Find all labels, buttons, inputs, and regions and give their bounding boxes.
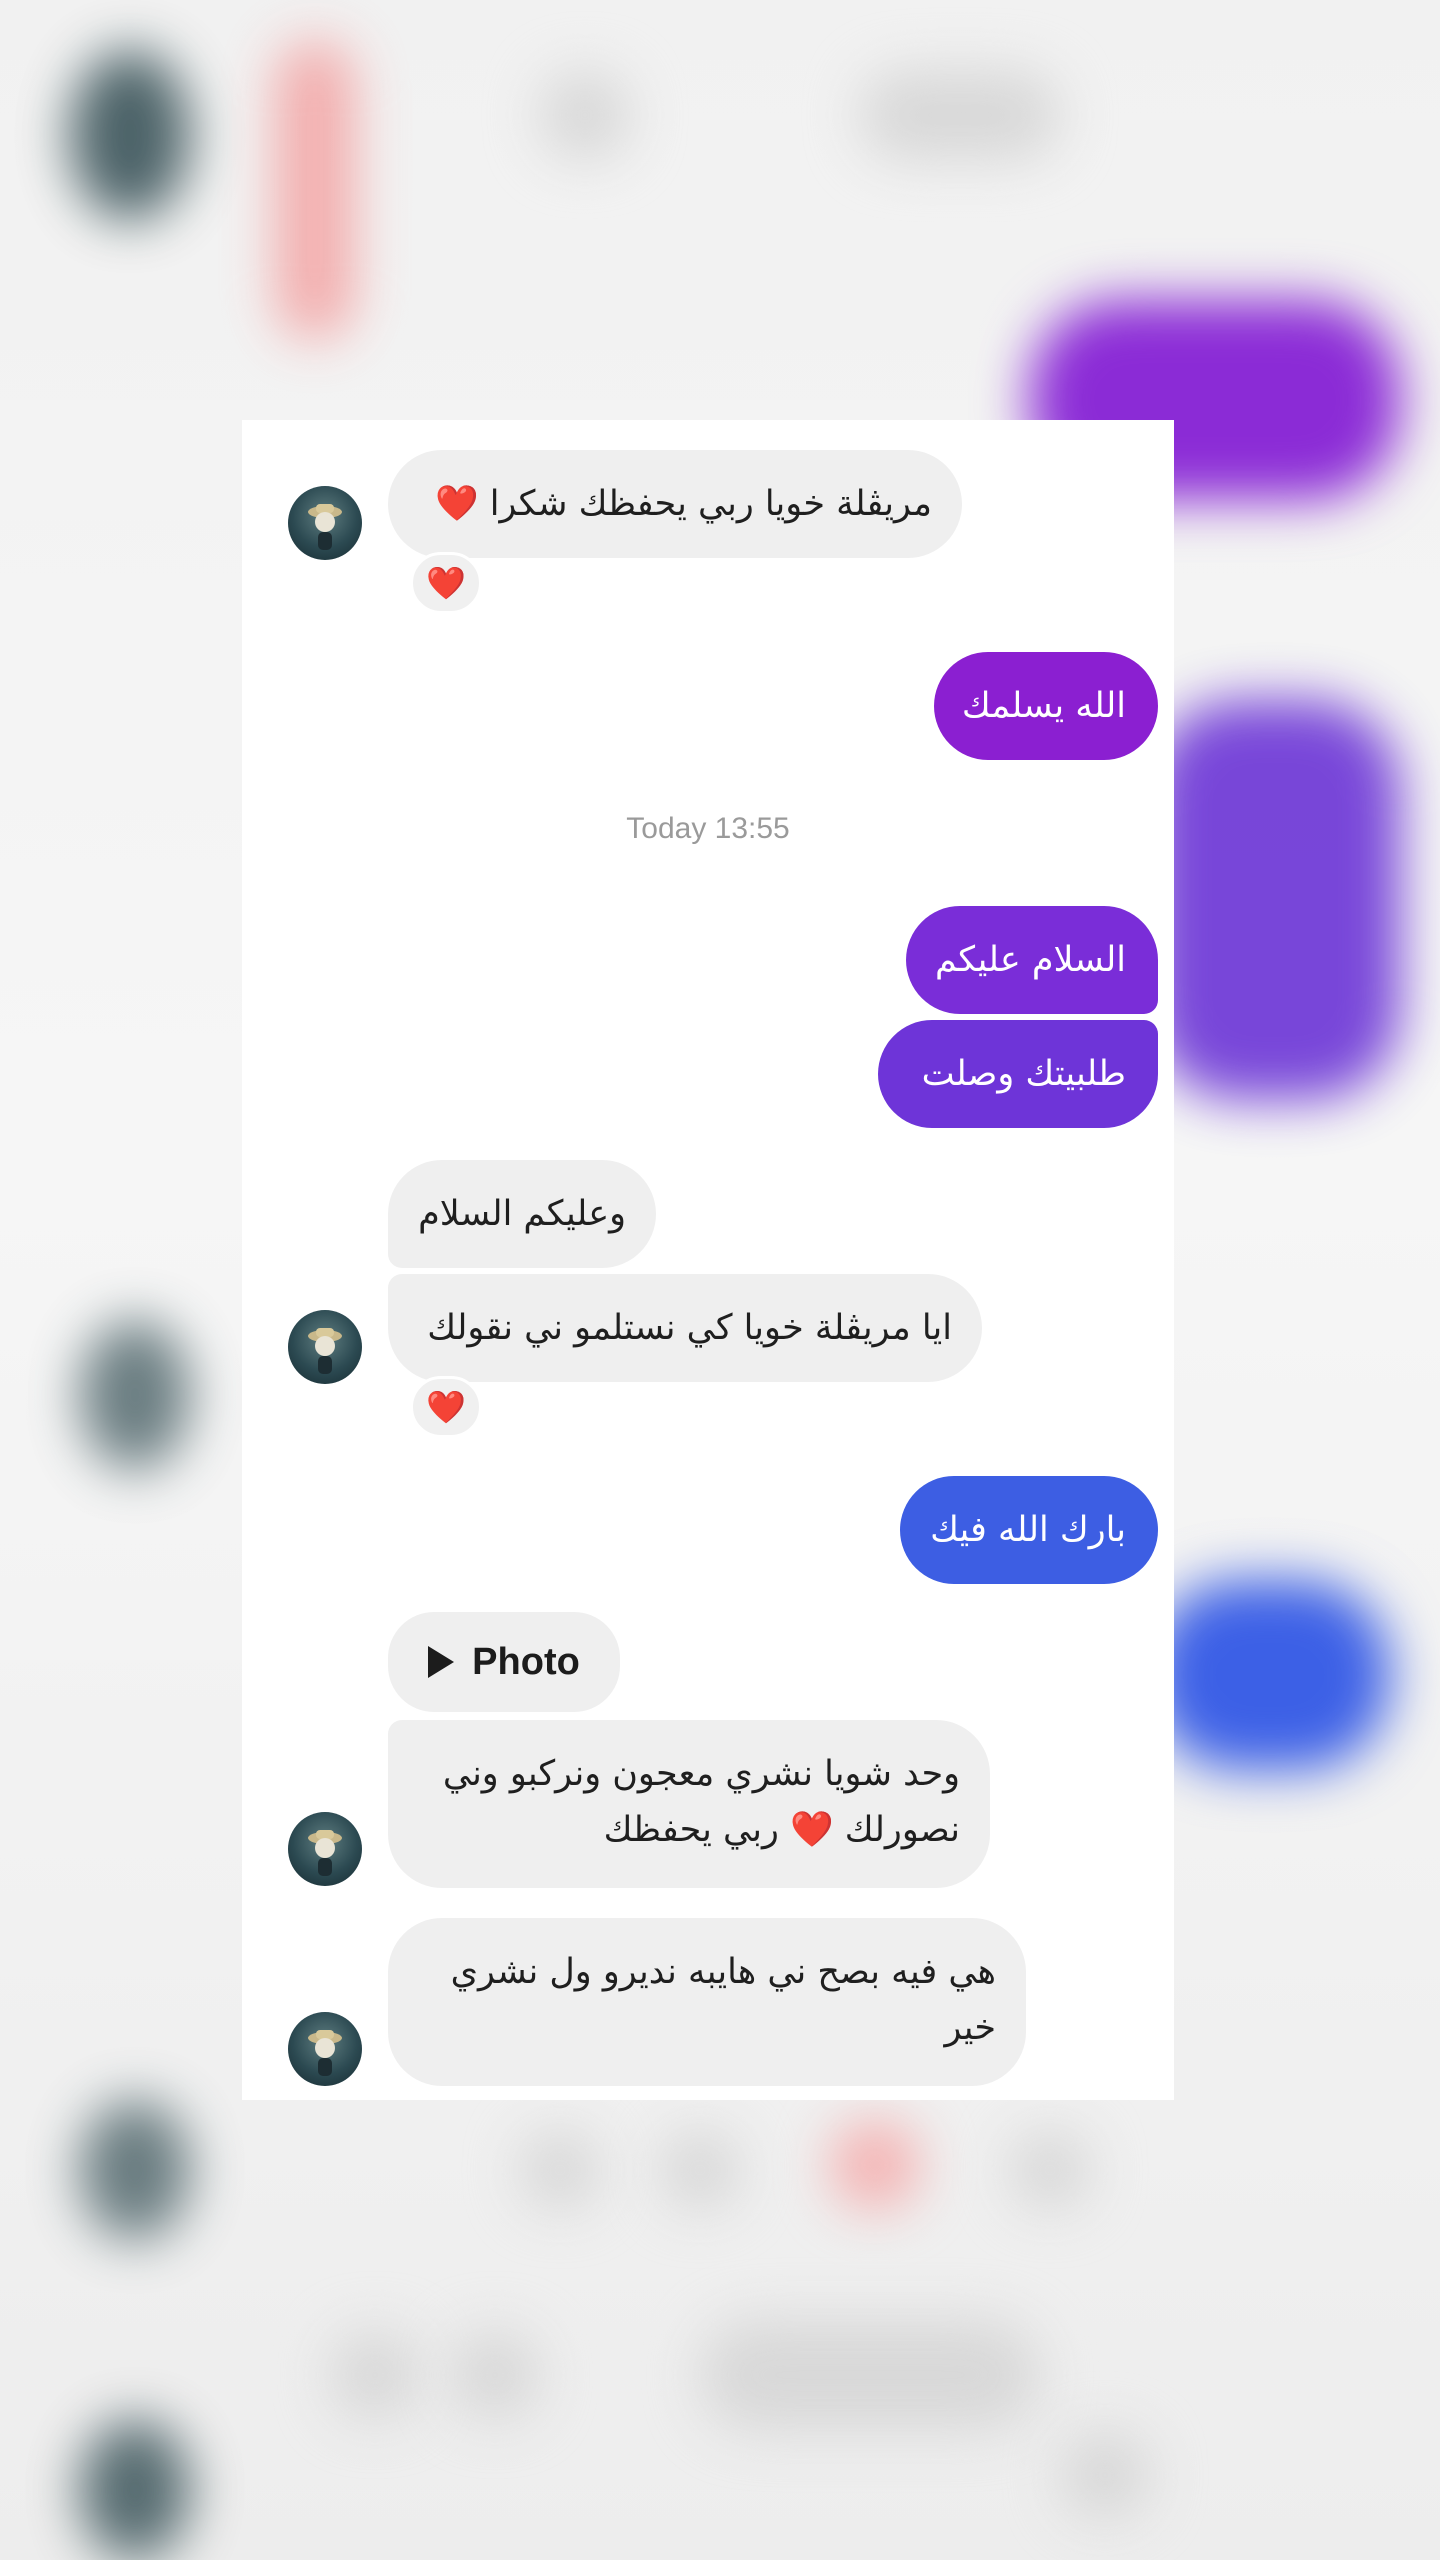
photo-label: Photo [472, 1640, 580, 1683]
heart-reaction-icon[interactable]: ❤️ [410, 552, 482, 614]
message-text: نصورلك [844, 1810, 960, 1850]
message-text: السلام عليكم [935, 940, 1126, 980]
heart-emoji-icon: ❤️ [426, 564, 466, 602]
message-bubble-incoming[interactable]: وحد شويا نشري معجون ونركبو وني نصورلك ❤️… [388, 1720, 990, 1888]
blurred-shape [450, 2330, 540, 2420]
message-bubble-outgoing[interactable]: السلام عليكم [906, 906, 1158, 1014]
message-text: طلبيتك وصلت [921, 1054, 1126, 1094]
message-text-line: وحد شويا نشري معجون ونركبو وني [442, 1754, 960, 1794]
message-text-line: نصورلك ❤️ ربي يحفظك [418, 1802, 960, 1858]
message-bubble-outgoing[interactable]: طلبيتك وصلت [878, 1020, 1158, 1128]
blurred-avatar [80, 1320, 190, 1470]
message-bubble-incoming[interactable]: مريڨلة خويا ربي يحفظك شكرا ❤️ [388, 450, 962, 558]
message-bubble-outgoing[interactable]: بارك الله فيك [900, 1476, 1158, 1584]
message-bubble-incoming[interactable]: ايا مريڨلة خويا كي نستلمو ني نقولك [388, 1274, 982, 1382]
message-text: وعليكم السلام [418, 1194, 626, 1234]
message-text-line: خير [944, 2008, 996, 2048]
blurred-shape [700, 2320, 1040, 2430]
play-icon [428, 1646, 455, 1678]
blurred-avatar [80, 2420, 190, 2560]
blurred-shape [660, 2130, 740, 2210]
heart-emoji-icon: ❤️ [435, 484, 479, 524]
message-bubble-incoming[interactable]: وعليكم السلام [388, 1160, 656, 1268]
blurred-avatar [80, 2100, 190, 2240]
message-text: بارك الله فيك [930, 1510, 1126, 1550]
blurred-bubble [1150, 1580, 1390, 1770]
contact-avatar[interactable] [288, 1812, 362, 1886]
contact-avatar[interactable] [288, 1310, 362, 1384]
blurred-shape [1010, 2130, 1090, 2210]
blurred-shape [1060, 2430, 1150, 2520]
message-bubble-outgoing[interactable]: الله يسلمك [934, 652, 1158, 760]
blurred-bubble [1150, 700, 1400, 1100]
message-text: مريڨلة خويا ربي يحفظك شكرا [489, 484, 932, 524]
heart-reaction-icon[interactable]: ❤️ [410, 1376, 482, 1438]
message-text-line: هي فيه بصح ني هايبه نديرو ول نشري [450, 1952, 996, 1992]
timestamp: Today 13:55 [626, 812, 790, 845]
blurred-shape [520, 2130, 600, 2210]
message-bubble-incoming[interactable]: هي فيه بصح ني هايبه نديرو ول نشري خير [388, 1918, 1026, 2086]
chat-thread[interactable]: مريڨلة خويا ربي يحفظك شكرا ❤️ ❤️ الله يس… [242, 420, 1174, 2100]
contact-avatar[interactable] [288, 486, 362, 560]
blurred-shape [860, 70, 1060, 160]
heart-emoji-icon: ❤️ [426, 1388, 466, 1426]
blurred-accent [275, 40, 355, 340]
heart-emoji-icon: ❤️ [790, 1810, 834, 1850]
blurred-shape [540, 70, 630, 160]
message-text: ربي يحفظك [603, 1810, 779, 1850]
contact-avatar[interactable] [288, 2012, 362, 2086]
blurred-avatar [70, 50, 190, 220]
blurred-shape [330, 2330, 420, 2420]
message-text: ايا مريڨلة خويا كي نستلمو ني نقولك [427, 1308, 952, 1348]
message-text: الله يسلمك [961, 686, 1126, 726]
blurred-shape [830, 2120, 920, 2210]
photo-attachment[interactable]: Photo [388, 1612, 620, 1712]
